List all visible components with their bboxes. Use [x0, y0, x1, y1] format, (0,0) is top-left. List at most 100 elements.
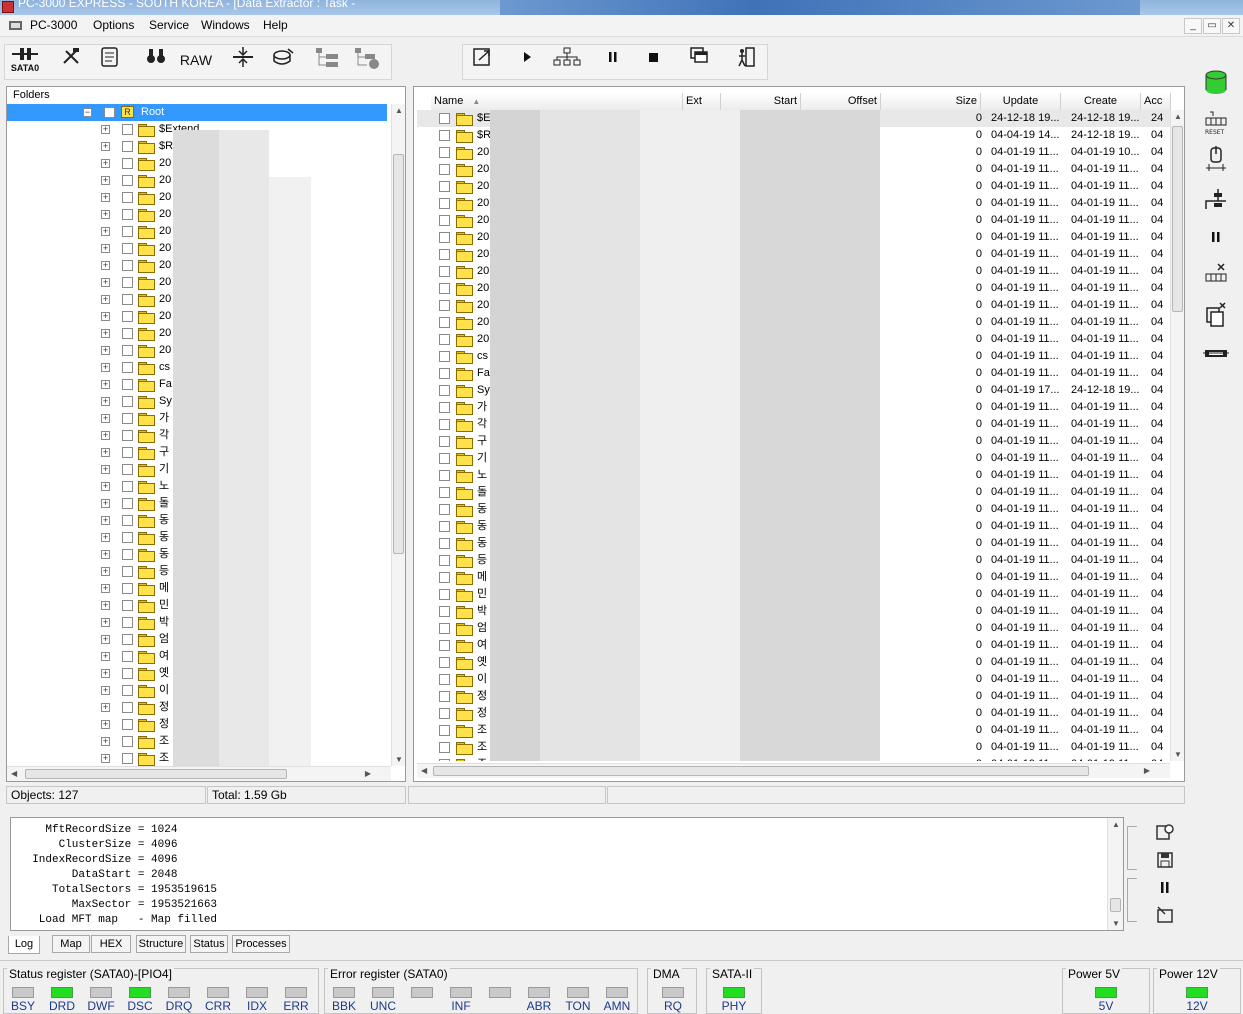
expand-toggle[interactable]: + [101, 397, 110, 406]
tab-log[interactable]: Log [8, 936, 40, 954]
list-vertical-scrollbar[interactable]: ▲ ▼ [1170, 110, 1184, 761]
tools-button[interactable] [58, 45, 84, 79]
file-checkbox[interactable] [439, 453, 450, 464]
folder-checkbox[interactable] [122, 600, 133, 611]
root-checkbox[interactable] [104, 107, 115, 118]
folder-checkbox[interactable] [122, 566, 133, 577]
folder-checkbox[interactable] [122, 277, 133, 288]
col-ext[interactable]: Ext [683, 93, 721, 110]
folder-checkbox[interactable] [122, 192, 133, 203]
list-scroll-right-arrow[interactable]: ▶ [1144, 766, 1150, 775]
folder-checkbox[interactable] [122, 447, 133, 458]
file-checkbox[interactable] [439, 470, 450, 481]
file-checkbox[interactable] [439, 419, 450, 430]
expand-toggle[interactable]: + [101, 703, 110, 712]
tab-hex[interactable]: HEX [91, 935, 131, 953]
exit-button[interactable] [732, 45, 760, 79]
menu-service[interactable]: Service [149, 18, 189, 32]
expand-toggle[interactable]: + [101, 652, 110, 661]
col-size[interactable]: Size [881, 93, 981, 110]
export-button[interactable] [468, 45, 496, 79]
scroll-down-arrow[interactable]: ▼ [395, 755, 403, 764]
file-checkbox[interactable] [439, 674, 450, 685]
expand-toggle[interactable]: + [101, 499, 110, 508]
file-checkbox[interactable] [439, 334, 450, 345]
play-button[interactable] [514, 45, 540, 79]
tree-h-scroll-thumb[interactable] [25, 769, 287, 779]
folder-checkbox[interactable] [122, 702, 133, 713]
restore-button[interactable]: ▭ [1203, 18, 1221, 34]
list-scroll-left-arrow[interactable]: ◀ [421, 766, 427, 775]
file-checkbox[interactable] [439, 147, 450, 158]
folder-checkbox[interactable] [122, 209, 133, 220]
file-checkbox[interactable] [439, 742, 450, 753]
tree-vertical-scrollbar[interactable]: ▲ ▼ [391, 104, 405, 766]
drive-status-button[interactable] [1200, 66, 1232, 98]
log-scroll-up-arrow[interactable]: ▲ [1112, 820, 1120, 829]
file-checkbox[interactable] [439, 589, 450, 600]
tree-scroll-thumb[interactable] [393, 154, 404, 554]
file-checkbox[interactable] [439, 215, 450, 226]
tab-status[interactable]: Status [190, 935, 228, 953]
disk-button[interactable] [269, 45, 297, 79]
menu-windows[interactable]: Windows [201, 18, 250, 32]
connector-button[interactable] [1200, 340, 1232, 372]
folder-checkbox[interactable] [122, 362, 133, 373]
structure-button[interactable] [550, 45, 584, 79]
file-checkbox[interactable] [439, 521, 450, 532]
folder-checkbox[interactable] [122, 481, 133, 492]
expand-toggle[interactable]: + [101, 295, 110, 304]
file-checkbox[interactable] [439, 623, 450, 634]
folder-checkbox[interactable] [122, 583, 133, 594]
expand-toggle[interactable]: + [101, 567, 110, 576]
expand-toggle[interactable]: + [101, 533, 110, 542]
menu-options[interactable]: Options [93, 18, 134, 32]
expand-toggle[interactable]: + [101, 414, 110, 423]
file-checkbox[interactable] [439, 351, 450, 362]
file-checkbox[interactable] [439, 283, 450, 294]
folder-checkbox[interactable] [122, 158, 133, 169]
expand-toggle[interactable]: + [101, 312, 110, 321]
file-checkbox[interactable] [439, 249, 450, 260]
folder-checkbox[interactable] [122, 651, 133, 662]
expand-toggle[interactable]: + [101, 142, 110, 151]
file-checkbox[interactable] [439, 317, 450, 328]
stop-button[interactable] [640, 45, 666, 79]
folder-checkbox[interactable] [122, 141, 133, 152]
scroll-right-arrow[interactable]: ▶ [365, 769, 371, 778]
folder-checkbox[interactable] [122, 668, 133, 679]
expand-toggle[interactable]: + [101, 720, 110, 729]
list-h-scroll-thumb[interactable] [433, 766, 1089, 776]
tab-structure[interactable]: Structure [136, 935, 186, 953]
collapse-toggle[interactable]: − [83, 108, 92, 117]
disconnect-button[interactable] [1200, 260, 1232, 292]
folder-checkbox[interactable] [122, 124, 133, 135]
file-checkbox[interactable] [439, 708, 450, 719]
folder-checkbox[interactable] [122, 634, 133, 645]
folder-checkbox[interactable] [122, 396, 133, 407]
file-checkbox[interactable] [439, 266, 450, 277]
folder-checkbox[interactable] [122, 617, 133, 628]
file-checkbox[interactable] [439, 181, 450, 192]
folder-checkbox[interactable] [122, 345, 133, 356]
col-name[interactable]: Name ▲ [431, 93, 683, 110]
expand-toggle[interactable]: + [101, 227, 110, 236]
file-checkbox[interactable] [439, 385, 450, 396]
file-checkbox[interactable] [439, 657, 450, 668]
list-scroll-thumb[interactable] [1172, 126, 1183, 312]
folder-checkbox[interactable] [122, 328, 133, 339]
folder-checkbox[interactable] [122, 294, 133, 305]
expand-toggle[interactable]: + [101, 244, 110, 253]
file-checkbox[interactable] [439, 725, 450, 736]
expand-toggle[interactable]: + [101, 737, 110, 746]
expand-toggle[interactable]: + [101, 159, 110, 168]
raw-button[interactable]: RAW [178, 45, 214, 79]
expand-toggle[interactable]: + [101, 482, 110, 491]
folder-checkbox[interactable] [122, 260, 133, 271]
log-vertical-scrollbar[interactable]: ▲ ▼ [1107, 818, 1123, 930]
sata-port-button[interactable]: SATA0 [7, 45, 43, 79]
tab-map[interactable]: Map [52, 935, 90, 953]
reset-button[interactable]: RESET [1200, 108, 1232, 140]
log-export-icon[interactable] [1155, 904, 1175, 924]
minimize-button[interactable]: _ [1184, 18, 1202, 34]
